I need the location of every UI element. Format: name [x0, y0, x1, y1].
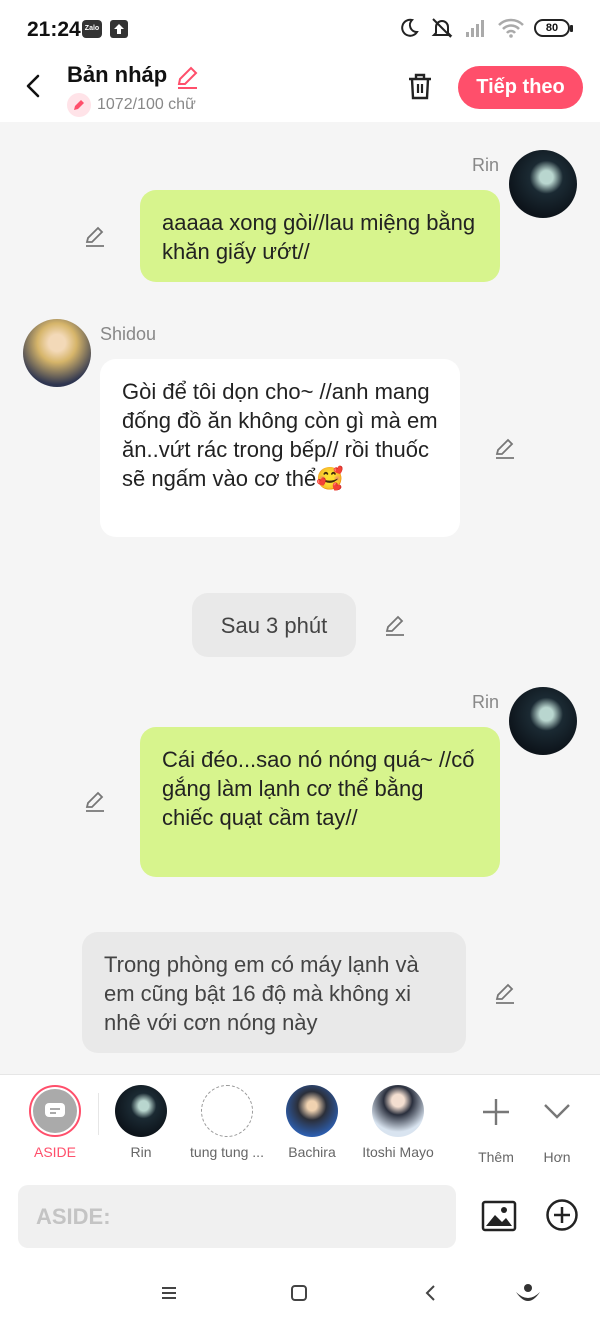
- sender-name: Shidou: [100, 324, 157, 344]
- character-label: Bachira: [288, 1144, 336, 1160]
- pencil-icon: [67, 93, 91, 117]
- nav-back-icon[interactable]: [420, 1282, 442, 1304]
- edit-message-icon[interactable]: [383, 613, 407, 637]
- avatar: [286, 1085, 338, 1137]
- edit-message-icon[interactable]: [83, 789, 107, 813]
- chevron-down-icon: [544, 1104, 570, 1119]
- image-icon[interactable]: [481, 1198, 517, 1234]
- character-bachira[interactable]: Bachira: [262, 1085, 362, 1160]
- character-aside[interactable]: ASIDE: [5, 1085, 105, 1160]
- chat-bubble-icon: [45, 1103, 65, 1117]
- upload-notification-icon: [110, 20, 128, 38]
- menu-icon[interactable]: [158, 1282, 180, 1304]
- assistant-icon[interactable]: [514, 1280, 542, 1308]
- message-bubble[interactable]: Gòi để tôi dọn cho~ //anh mang đống đồ ă…: [100, 359, 460, 537]
- character-rin[interactable]: Rin: [91, 1085, 191, 1160]
- avatar-rin[interactable]: [509, 150, 577, 218]
- character-label: ASIDE: [33, 1144, 76, 1160]
- status-time: 21:24: [27, 18, 81, 41]
- wifi-icon: [498, 18, 524, 38]
- edit-title-icon[interactable]: [174, 64, 200, 90]
- signal-icon: [466, 20, 484, 37]
- message-bubble[interactable]: aaaaa xong gòi//lau miệng bằng khăn giấy…: [140, 190, 500, 282]
- trash-icon[interactable]: [404, 70, 436, 102]
- add-circle-icon[interactable]: [545, 1198, 579, 1232]
- mute-bell-icon: [431, 18, 453, 38]
- word-count-row: 1072/100 chữ: [67, 93, 196, 117]
- zalo-notification-icon: Zalo: [82, 20, 102, 38]
- status-bar: 21:24 Zalo 80: [0, 0, 600, 60]
- more-label: Hơn: [543, 1149, 571, 1165]
- input-bar: [0, 1172, 600, 1260]
- sender-name: Rin: [472, 155, 500, 175]
- avatar: [201, 1085, 253, 1137]
- avatar: [372, 1085, 424, 1137]
- time-skip-bubble[interactable]: Sau 3 phút: [192, 593, 356, 657]
- next-button[interactable]: Tiếp theo: [458, 66, 583, 109]
- word-count: 1072/100 chữ: [97, 96, 196, 113]
- app-header: Bản nháp 1072/100 chữ Tiếp theo: [0, 60, 600, 122]
- home-icon[interactable]: [288, 1282, 310, 1304]
- character-bar: ASIDE Rin tung tung ... Bachira Itoshi M…: [0, 1074, 600, 1172]
- message-input[interactable]: [18, 1185, 456, 1248]
- sender-name: Rin: [472, 692, 500, 712]
- system-navbar: [0, 1260, 600, 1333]
- chat-area: Rin aaaaa xong gòi//lau miệng bằng khăn …: [0, 122, 600, 1074]
- character-label: Rin: [130, 1144, 152, 1160]
- edit-message-icon[interactable]: [83, 224, 107, 248]
- avatar: [115, 1085, 167, 1137]
- avatar-shidou[interactable]: [23, 319, 91, 387]
- message-bubble[interactable]: Cái đéo...sao nó nóng quá~ //cố gắng làm…: [140, 727, 500, 877]
- battery-indicator: 80: [534, 19, 573, 37]
- back-arrow-icon[interactable]: [20, 72, 48, 100]
- page-title: Bản nháp: [67, 62, 168, 87]
- aside-avatar: [29, 1085, 81, 1137]
- edit-message-icon[interactable]: [493, 981, 517, 1005]
- character-label: Itoshi Mayo: [362, 1144, 434, 1160]
- more-button[interactable]: Hơn: [507, 1085, 600, 1165]
- edit-message-icon[interactable]: [493, 436, 517, 460]
- avatar-rin[interactable]: [509, 687, 577, 755]
- status-icons: 80: [398, 16, 573, 40]
- moon-icon: [401, 18, 419, 37]
- character-itoshi-mayo[interactable]: Itoshi Mayo: [348, 1085, 448, 1160]
- aside-bubble[interactable]: Trong phòng em có máy lạnh và em cũng bậ…: [82, 932, 466, 1053]
